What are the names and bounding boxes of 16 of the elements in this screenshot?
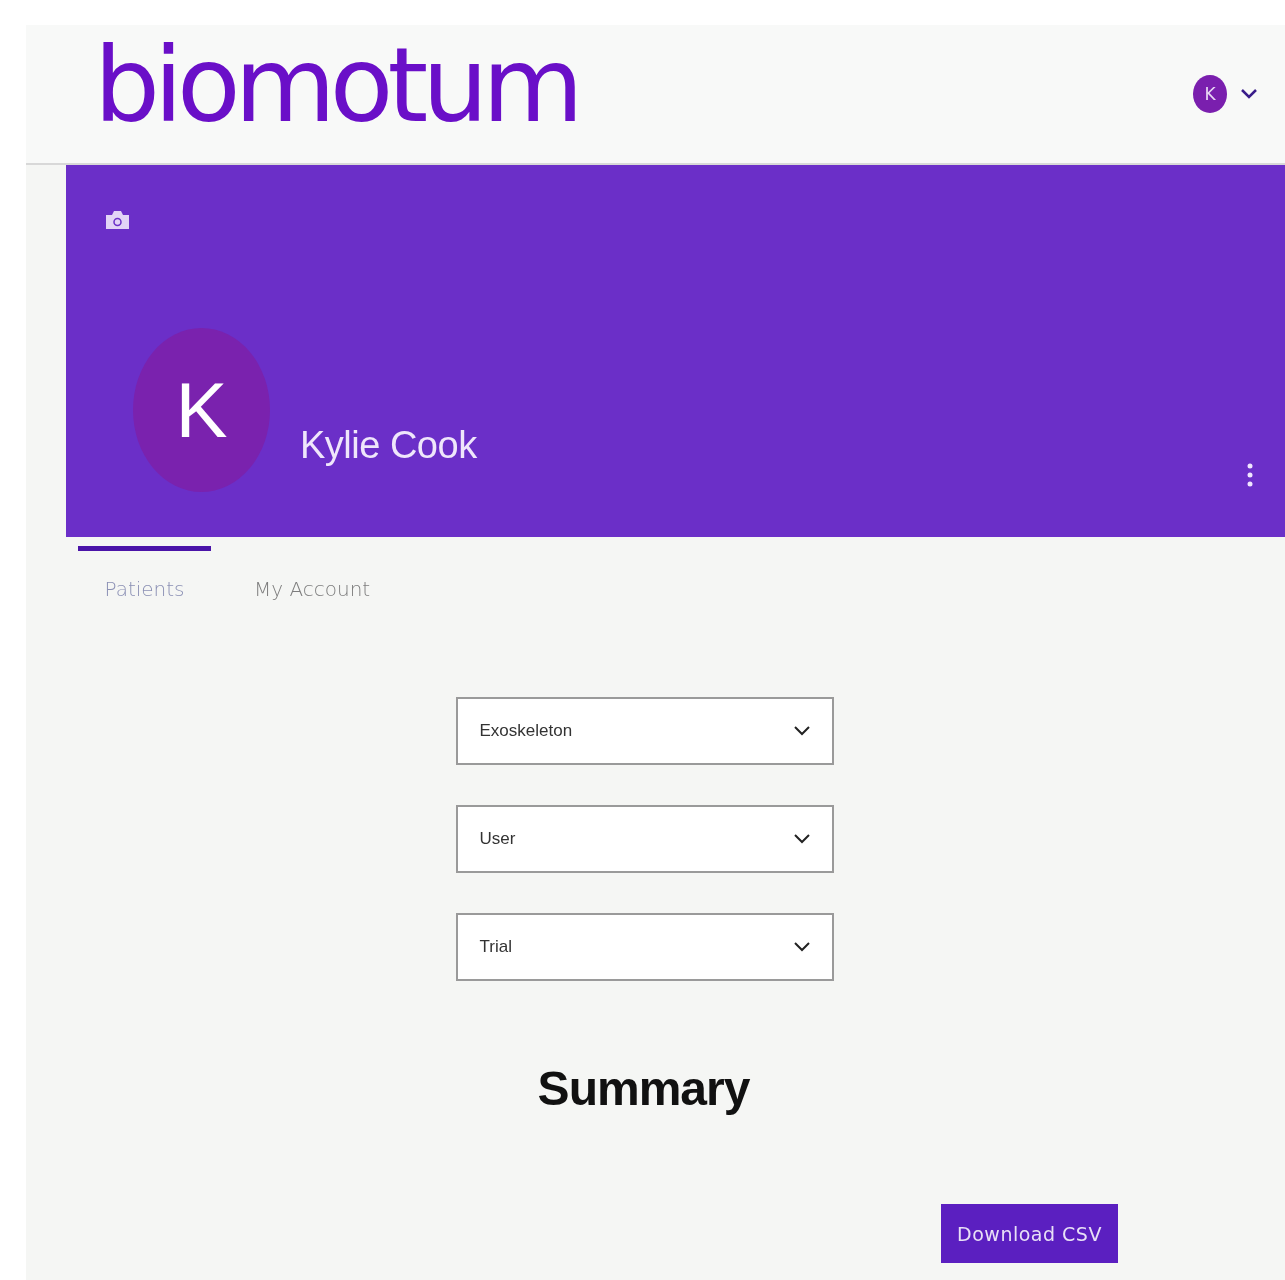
dropdown[interactable]: Exoskeleton [455, 697, 834, 765]
camera-icon[interactable] [105, 210, 130, 230]
chevron-down-icon[interactable] [1241, 89, 1257, 99]
logo: biomotum [94, 33, 578, 137]
chevron-down-icon [793, 834, 810, 844]
user-avatar[interactable]: K [1193, 75, 1227, 113]
dropdown[interactable]: User [455, 805, 834, 873]
profile-name: Kylie Cook [300, 423, 477, 467]
chevron-down-icon [793, 942, 810, 952]
chevron-down-icon [793, 726, 810, 736]
download-button[interactable]: Download CSV [941, 1204, 1118, 1263]
tab[interactable]: My Account [245, 546, 380, 604]
dropdown[interactable]: Trial [455, 913, 834, 981]
more-icon[interactable] [1247, 463, 1253, 487]
profile-avatar: K [133, 328, 270, 492]
summary-heading: Summary [536, 1061, 751, 1116]
